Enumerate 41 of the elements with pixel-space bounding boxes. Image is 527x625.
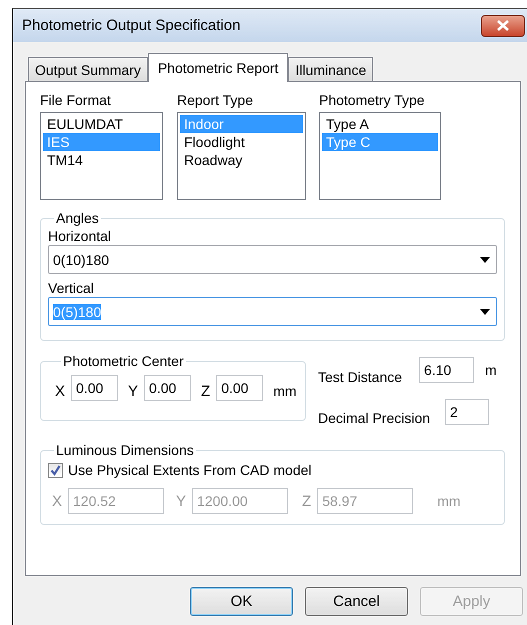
unit-label: mm (273, 383, 297, 399)
coordinate-field[interactable]: 0.00 (216, 375, 264, 401)
dropdown-arrow-icon (480, 308, 490, 314)
dialog-button[interactable]: OK (190, 587, 293, 616)
list-label: Report Type (177, 92, 254, 108)
group-title: Photometric Center (62, 353, 185, 369)
list-item[interactable]: TM14 (43, 151, 160, 169)
close-button[interactable] (481, 14, 525, 36)
axis-label: X (55, 382, 66, 400)
close-icon (497, 20, 509, 31)
dropdown-arrow-icon (480, 256, 490, 262)
field-label: Vertical (48, 280, 95, 296)
dialog-button[interactable]: Cancel (305, 587, 408, 616)
list-item[interactable]: Roadway (180, 151, 303, 169)
unit-label: m (485, 362, 497, 378)
group-title: Angles (55, 210, 100, 226)
field-label: Decimal Precision (318, 410, 430, 426)
group-title: Luminous Dimensions (55, 442, 195, 458)
list-item[interactable]: Floodlight (180, 133, 303, 151)
tab[interactable]: Photometric Report (148, 53, 288, 82)
list-label: Photometry Type (319, 92, 426, 108)
checkbox-label: Use Physical Extents From CAD model (68, 462, 312, 478)
field-label: Test Distance (318, 369, 402, 385)
distance-field[interactable]: 6.10 (419, 357, 474, 383)
field-label: Horizontal (48, 228, 112, 244)
angle-combo[interactable]: 0(10)180 (48, 245, 497, 274)
axis-label: Z (302, 492, 312, 510)
coordinate-field[interactable]: 0.00 (71, 375, 118, 401)
list-item[interactable]: EULUMDAT (43, 115, 160, 133)
axis-label: X (52, 492, 62, 510)
coordinate-field[interactable]: 0.00 (144, 375, 192, 401)
list-item[interactable]: Type A (322, 115, 438, 133)
precision-field[interactable]: 2 (445, 399, 490, 425)
list-label: File Format (40, 92, 112, 108)
tab[interactable]: Output Summary (28, 57, 148, 81)
axis-label: Z (201, 382, 210, 400)
axis-label: Y (128, 382, 138, 400)
axis-label: Y (176, 492, 186, 510)
tab[interactable]: Illuminance (288, 57, 374, 81)
unit-label: mm (437, 493, 461, 509)
window-title: Photometric Output Specification (22, 17, 240, 34)
